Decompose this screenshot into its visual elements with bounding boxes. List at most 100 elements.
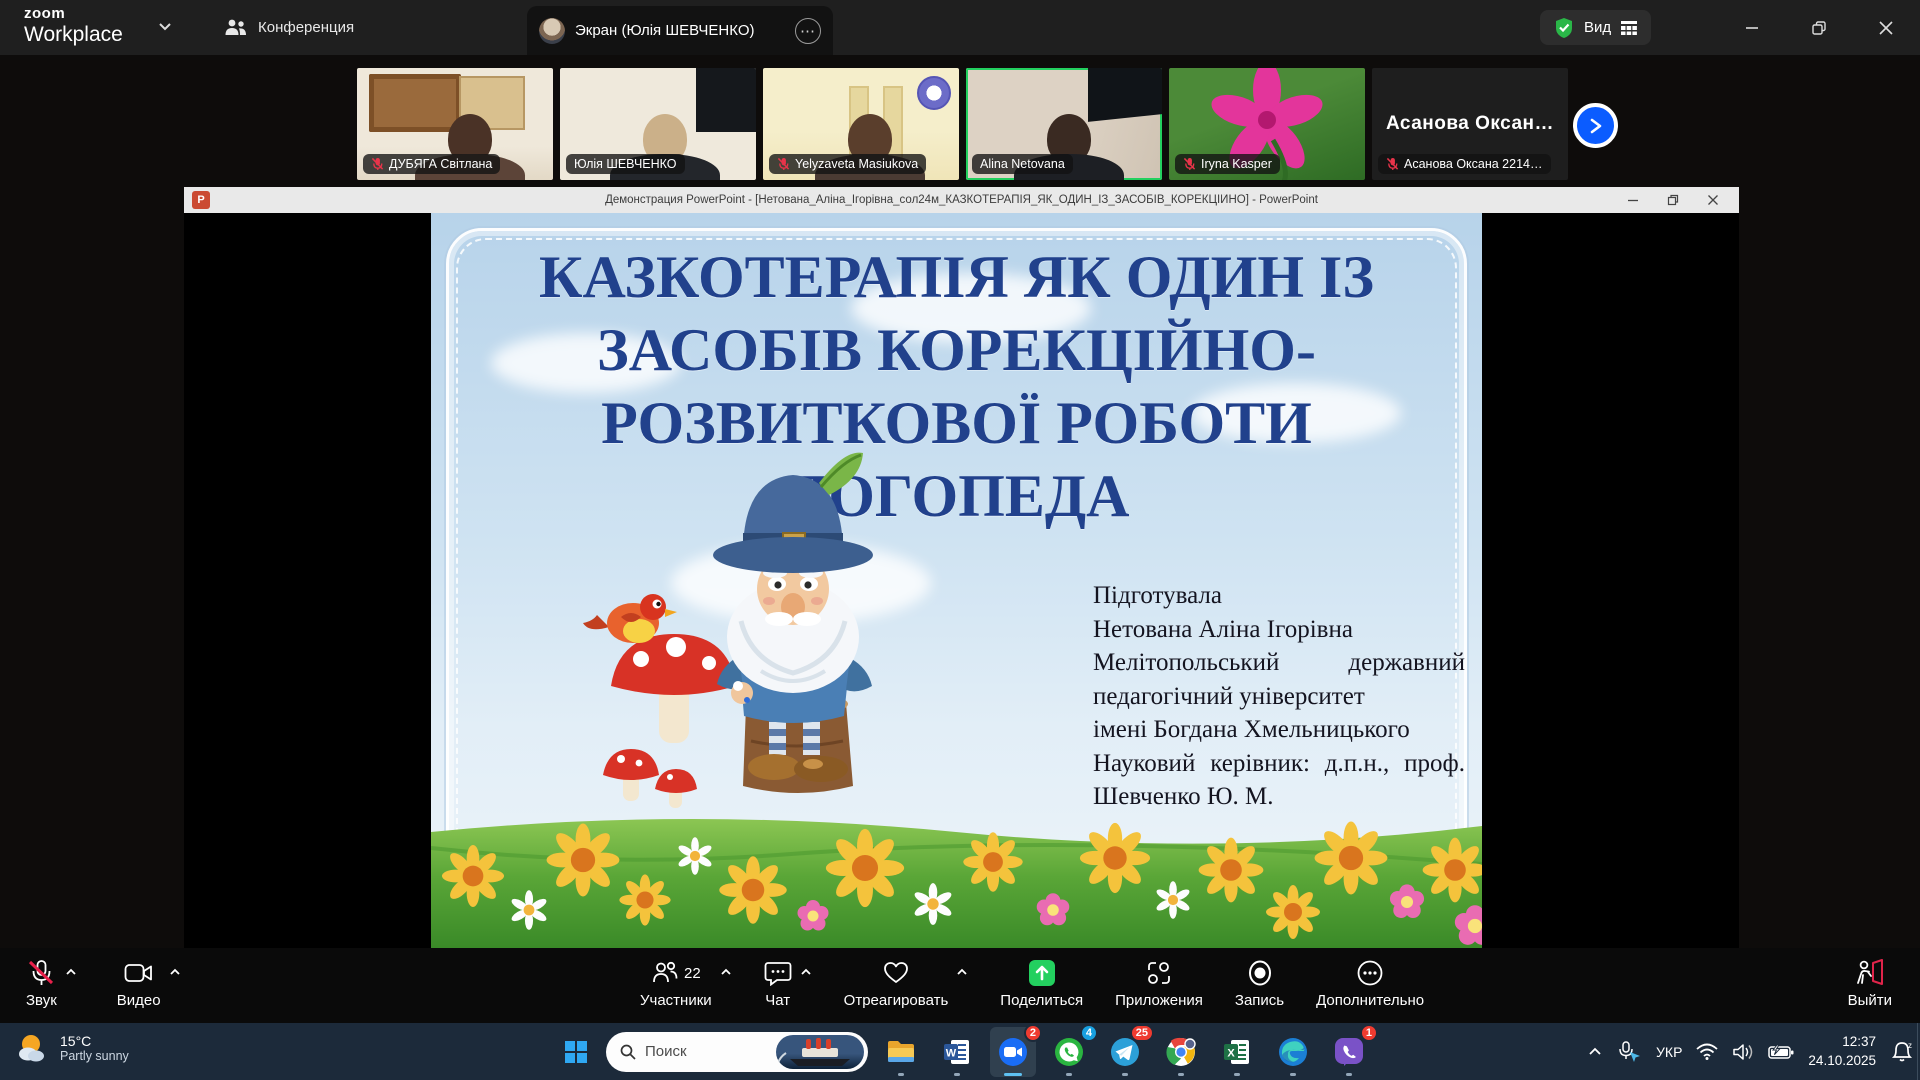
svg-text:z: z <box>1908 1041 1912 1050</box>
participant-tile[interactable]: Юлія ШЕВЧЕНКО <box>560 68 756 180</box>
view-button-label: Вид <box>1584 19 1611 36</box>
ppt-minimize-button[interactable] <box>1613 187 1653 213</box>
audio-button[interactable]: Звук <box>26 948 57 1009</box>
workspace-chevron-down-icon[interactable] <box>158 22 172 31</box>
powerpoint-titlebar[interactable]: P Демонстрация PowerPoint - [Нетована_Ал… <box>184 187 1739 213</box>
next-participants-page-button[interactable] <box>1573 103 1618 148</box>
more-button[interactable]: Дополнительно <box>1316 948 1424 1009</box>
tray-volume-icon[interactable] <box>1732 1043 1754 1061</box>
participant-name: Юлія ШЕВЧЕНКО <box>574 157 677 171</box>
byline-line: педагогічний університет <box>1093 680 1465 714</box>
taskbar-viber[interactable]: 1 <box>1326 1027 1372 1077</box>
tray-date: 24.10.2025 <box>1808 1052 1876 1070</box>
participant-tile[interactable]: Yelyzaveta Masiukova <box>763 68 959 180</box>
start-button[interactable] <box>556 1032 596 1072</box>
taskbar-whatsapp[interactable]: 4 <box>1046 1027 1092 1077</box>
slide-title-line: КАЗКОТЕРАПІЯ ЯК ОДИН ІЗ <box>471 241 1442 314</box>
participants-options-chevron[interactable] <box>720 948 732 976</box>
byline-line: Мелітопольський державний <box>1093 646 1465 680</box>
layout-grid-icon <box>1621 21 1637 35</box>
taskbar-telegram[interactable]: 25 <box>1102 1027 1148 1077</box>
tray-wifi-icon[interactable] <box>1696 1043 1718 1060</box>
tab-meeting[interactable]: Конференция <box>214 0 364 55</box>
chat-button-label: Чат <box>765 992 790 1009</box>
chat-button[interactable]: Чат <box>764 948 792 1009</box>
powerpoint-window: P Демонстрация PowerPoint - [Нетована_Ал… <box>184 187 1739 948</box>
weather-temperature: 15°C <box>60 1033 129 1050</box>
presentation-slide: КАЗКОТЕРАПІЯ ЯК ОДИН ІЗ ЗАСОБІВ КОРЕКЦІЙ… <box>431 213 1482 948</box>
participant-tile-camera-off[interactable]: Асанова Оксан… Асанова Оксана 2214… <box>1372 68 1568 180</box>
svg-text:W: W <box>946 1047 957 1059</box>
participant-name-tag: Yelyzaveta Masiukova <box>769 154 926 174</box>
gnome-illustration <box>581 441 1001 831</box>
apps-button-label: Приложения <box>1115 992 1203 1009</box>
participant-name-tag: ДУБЯГА Світлана <box>363 154 500 174</box>
participants-button-label: Участники <box>640 992 712 1009</box>
participant-name-tag: Юлія ШЕВЧЕНКО <box>566 154 685 174</box>
audio-options-chevron[interactable] <box>65 948 77 976</box>
share-button-label: Поделиться <box>1000 992 1083 1009</box>
byline-line: Науковий керівник: д.п.н., проф. <box>1093 747 1465 781</box>
share-button[interactable]: Поделиться <box>1000 948 1083 1009</box>
participant-tile[interactable]: Iryna Kasper <box>1169 68 1365 180</box>
apps-icon <box>1146 959 1172 987</box>
participants-button[interactable]: 22 Участники <box>640 948 712 1009</box>
taskbar-file-explorer[interactable] <box>878 1027 924 1077</box>
taskbar-word[interactable]: W <box>934 1027 980 1077</box>
react-button[interactable]: Отреагировать <box>844 948 949 1009</box>
tab-screen-label: Экран (Юлія ШЕВЧЕНКО) <box>575 22 754 39</box>
muted-mic-icon <box>1386 157 1399 171</box>
zoom-header: zoom Workplace Конференция Экран (Юлія Ш… <box>0 0 1920 55</box>
apps-button[interactable]: Приложения <box>1115 948 1203 1009</box>
telegram-notification-badge: 25 <box>1130 1024 1154 1042</box>
security-shield-icon <box>1554 17 1574 39</box>
tray-mic-in-use-icon[interactable] <box>1616 1041 1642 1063</box>
taskbar-excel[interactable]: X <box>1214 1027 1260 1077</box>
taskbar-edge[interactable] <box>1270 1027 1316 1077</box>
tray-clock[interactable]: 12:37 24.10.2025 <box>1808 1033 1876 1069</box>
zoom-notification-badge: 2 <box>1024 1024 1042 1042</box>
participants-count: 22 <box>684 965 701 982</box>
powerpoint-window-title: Демонстрация PowerPoint - [Нетована_Алін… <box>184 194 1739 206</box>
weather-icon <box>14 1030 50 1066</box>
share-screen-icon <box>1027 959 1057 987</box>
video-button-label: Видео <box>117 992 161 1009</box>
record-button[interactable]: Запись <box>1235 948 1284 1009</box>
ppt-close-button[interactable] <box>1693 187 1733 213</box>
window-minimize-button[interactable] <box>1723 0 1781 55</box>
leave-button[interactable]: Выйти <box>1848 948 1892 1009</box>
slide-title-line: ЗАСОБІВ КОРЕКЦІЙНО- <box>471 314 1442 387</box>
video-button[interactable]: Видео <box>117 948 161 1009</box>
heart-icon <box>882 959 910 987</box>
ppt-restore-button[interactable] <box>1653 187 1693 213</box>
tray-notification-bell-icon[interactable]: z <box>1890 1040 1914 1064</box>
tray-show-hidden-icons-chevron[interactable] <box>1588 1047 1602 1056</box>
window-close-button[interactable] <box>1857 0 1915 55</box>
react-button-label: Отреагировать <box>844 992 949 1009</box>
more-ellipsis-icon <box>1356 959 1384 987</box>
video-options-chevron[interactable] <box>169 948 181 976</box>
zoom-workplace-logo: zoom Workplace <box>24 6 123 45</box>
taskbar-zoom-active[interactable]: 2 <box>990 1027 1036 1077</box>
university-emblem <box>917 76 951 110</box>
taskbar-search-box[interactable]: Поиск <box>606 1032 868 1072</box>
taskbar-weather-widget[interactable]: 15°C Partly sunny <box>14 1030 129 1066</box>
window-restore-button[interactable] <box>1790 0 1848 55</box>
chat-options-chevron[interactable] <box>800 948 812 976</box>
muted-mic-icon <box>371 157 384 171</box>
taskbar-chrome[interactable] <box>1158 1027 1204 1077</box>
muted-mic-icon <box>28 959 54 987</box>
slide-byline: Підготувала Нетована Аліна Ігорівна Мелі… <box>1093 579 1465 814</box>
participant-tile-active-speaker[interactable]: Alina Netovana <box>966 68 1162 180</box>
tray-battery-icon[interactable] <box>1768 1044 1794 1060</box>
view-button[interactable]: Вид <box>1540 10 1651 45</box>
presenter-avatar <box>539 18 565 44</box>
react-options-chevron[interactable] <box>956 948 968 976</box>
search-highlight-image[interactable] <box>776 1035 864 1069</box>
whatsapp-notification-badge: 4 <box>1080 1024 1098 1042</box>
search-icon <box>620 1044 636 1060</box>
tray-language-indicator[interactable]: УКР <box>1656 1044 1682 1060</box>
tab-screen-share[interactable]: Экран (Юлія ШЕВЧЕНКО) ⋯ <box>527 6 833 55</box>
participant-tile[interactable]: ДУБЯГА Світлана <box>357 68 553 180</box>
tab-more-options-icon[interactable]: ⋯ <box>795 18 821 44</box>
